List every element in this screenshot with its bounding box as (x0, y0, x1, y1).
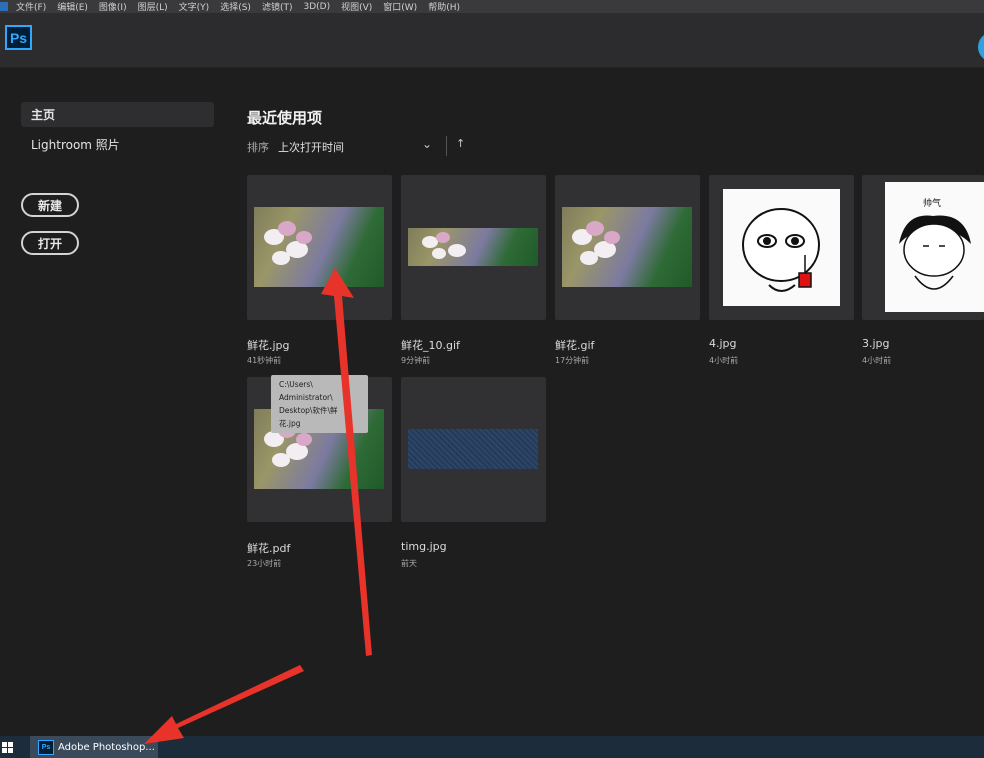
file-name[interactable]: 鲜花.pdf (247, 540, 290, 556)
file-thumbnail (562, 207, 692, 287)
chevron-down-icon[interactable]: ⌄ (422, 137, 432, 151)
taskbar-app-label: Adobe Photoshop... (58, 741, 155, 753)
file-path-tooltip: C:\Users\ Administrator\ Desktop\软件\鲜 花.… (271, 375, 368, 433)
recent-file-card[interactable] (401, 175, 546, 320)
sidebar-item-lightroom[interactable]: Lightroom 照片 (21, 132, 214, 157)
menu-layer[interactable]: 图层(L) (138, 0, 168, 13)
ps-logo[interactable]: Ps (5, 25, 32, 50)
menu-bar: 文件(F) 编辑(E) 图像(I) 图层(L) 文字(Y) 选择(S) 滤镜(T… (0, 0, 984, 13)
meme-figure-icon (899, 215, 971, 290)
tooltip-line: 花.jpg (279, 419, 301, 428)
menu-type[interactable]: 文字(Y) (179, 0, 210, 13)
menu-window[interactable]: 窗口(W) (383, 0, 417, 13)
recent-file-card[interactable] (555, 175, 700, 320)
windows-start-icon[interactable] (2, 742, 13, 753)
file-thumbnail (723, 189, 840, 306)
menu-view[interactable]: 视图(V) (341, 0, 372, 13)
menu-image[interactable]: 图像(I) (99, 0, 127, 13)
sort-dropdown[interactable]: 上次打开时间 (278, 139, 344, 155)
menu-edit[interactable]: 编辑(E) (57, 0, 88, 13)
file-name[interactable]: 4.jpg (709, 337, 737, 350)
file-name[interactable]: timg.jpg (401, 540, 447, 553)
options-toolbar: Ps (0, 13, 984, 68)
file-thumbnail (408, 228, 538, 266)
taskbar-photoshop-item[interactable]: Ps Adobe Photoshop... (30, 736, 158, 758)
menu-file[interactable]: 文件(F) (16, 0, 46, 13)
menu-help[interactable]: 帮助(H) (428, 0, 460, 13)
taskbar: Ps Adobe Photoshop... (0, 736, 984, 758)
file-thumbnail (408, 429, 538, 469)
file-thumbnail: 帅气 (885, 182, 984, 312)
open-button[interactable]: 打开 (21, 231, 79, 255)
app-system-icon[interactable] (0, 2, 8, 11)
sidebar-item-home[interactable]: 主页 (21, 102, 214, 127)
file-time: 23小时前 (247, 559, 282, 568)
file-name[interactable]: 3.jpg (862, 337, 890, 350)
recent-title: 最近使用项 (247, 109, 323, 127)
menu-select[interactable]: 选择(S) (220, 0, 251, 13)
sort-label: 排序 (247, 141, 269, 154)
meme-face-icon (742, 208, 820, 292)
recent-file-card[interactable] (247, 175, 392, 320)
sort-direction-arrow-icon[interactable]: ↑ (456, 137, 465, 150)
file-time: 41秒钟前 (247, 356, 282, 365)
sort-divider (446, 136, 447, 156)
file-name[interactable]: 鲜花.jpg (247, 337, 290, 353)
file-thumbnail (254, 207, 384, 287)
file-name[interactable]: 鲜花_10.gif (401, 337, 460, 353)
file-time: 4小时前 (862, 356, 892, 365)
recent-file-card[interactable]: 帅气 (862, 175, 984, 320)
file-time: 4小时前 (709, 356, 739, 365)
recent-file-card[interactable] (401, 377, 546, 522)
tooltip-line: C:\Users\ (279, 380, 313, 389)
file-time: 17分钟前 (555, 356, 590, 365)
tooltip-line: Administrator\ (279, 393, 333, 402)
menu-3d[interactable]: 3D(D) (303, 2, 330, 12)
menu-filter[interactable]: 滤镜(T) (262, 0, 293, 13)
file-time: 9分钟前 (401, 356, 431, 365)
file-time: 前天 (401, 559, 417, 568)
new-button[interactable]: 新建 (21, 193, 79, 217)
recent-file-card[interactable] (709, 175, 854, 320)
ps-taskbar-icon: Ps (38, 739, 54, 755)
file-name[interactable]: 鲜花.gif (555, 337, 594, 353)
tooltip-line: Desktop\软件\鲜 (279, 406, 338, 415)
annotation-arrow-icon (144, 665, 304, 744)
